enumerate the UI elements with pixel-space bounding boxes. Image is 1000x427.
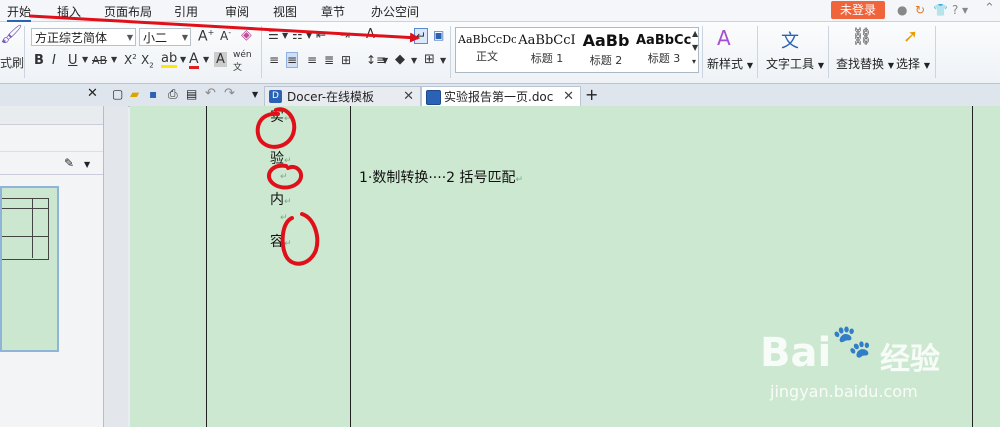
- annotation-circle-1: [255, 107, 297, 149]
- paw-icon: 🐾: [832, 322, 872, 360]
- watermark-brand-2: 经验: [880, 342, 940, 377]
- watermark-brand: Bai: [760, 330, 832, 376]
- watermark-url: jingyan.baidu.com: [770, 382, 918, 401]
- annotation-circle-3: [280, 212, 320, 266]
- annotation-circle-2: [267, 163, 303, 190]
- annotation-overlay: [29, 14, 420, 266]
- annotation-arrow: [29, 14, 420, 43]
